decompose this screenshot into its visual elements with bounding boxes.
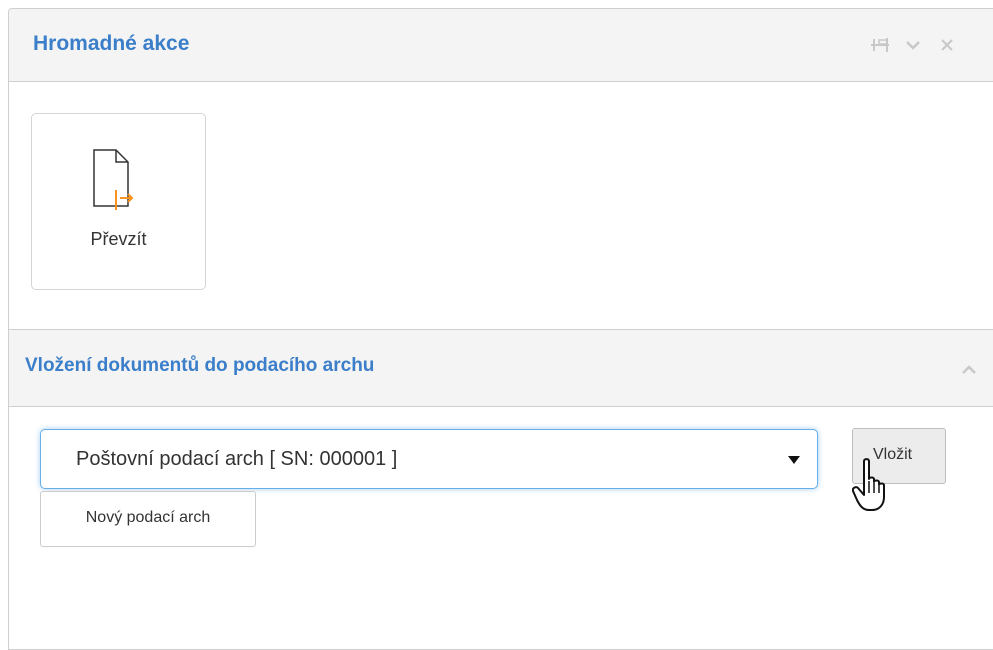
select-value: Poštovní podací arch [ SN: 000001 ] — [76, 448, 398, 470]
pin-icon[interactable] — [869, 35, 889, 55]
filing-sheet-select[interactable]: Poštovní podací arch [ SN: 000001 ] — [40, 429, 818, 489]
panel-title: Hromadné akce — [33, 32, 190, 55]
caret-down-icon — [787, 453, 801, 465]
panel-header: Hromadné akce — [9, 9, 993, 82]
panel-tools — [869, 35, 957, 55]
insert-button[interactable]: Vložit — [852, 428, 946, 484]
action-tile-prevzit[interactable]: Převzít — [31, 113, 206, 290]
insert-button-label: Vložit — [873, 446, 913, 463]
new-filing-sheet-button[interactable]: Nový podací arch — [40, 491, 256, 547]
action-label: Převzít — [90, 229, 147, 249]
new-filing-sheet-label: Nový podací arch — [85, 509, 211, 526]
bulk-actions-panel: Hromadné akce Převzít Vložení dokumentů … — [8, 8, 993, 650]
section-title: Vložení dokumentů do podacího archu — [25, 355, 375, 376]
document-take-icon — [90, 148, 150, 214]
close-icon[interactable] — [937, 35, 957, 55]
section-header[interactable]: Vložení dokumentů do podacího archu — [9, 329, 993, 407]
chevron-up-icon[interactable] — [959, 360, 979, 380]
chevron-down-icon[interactable] — [903, 35, 923, 55]
